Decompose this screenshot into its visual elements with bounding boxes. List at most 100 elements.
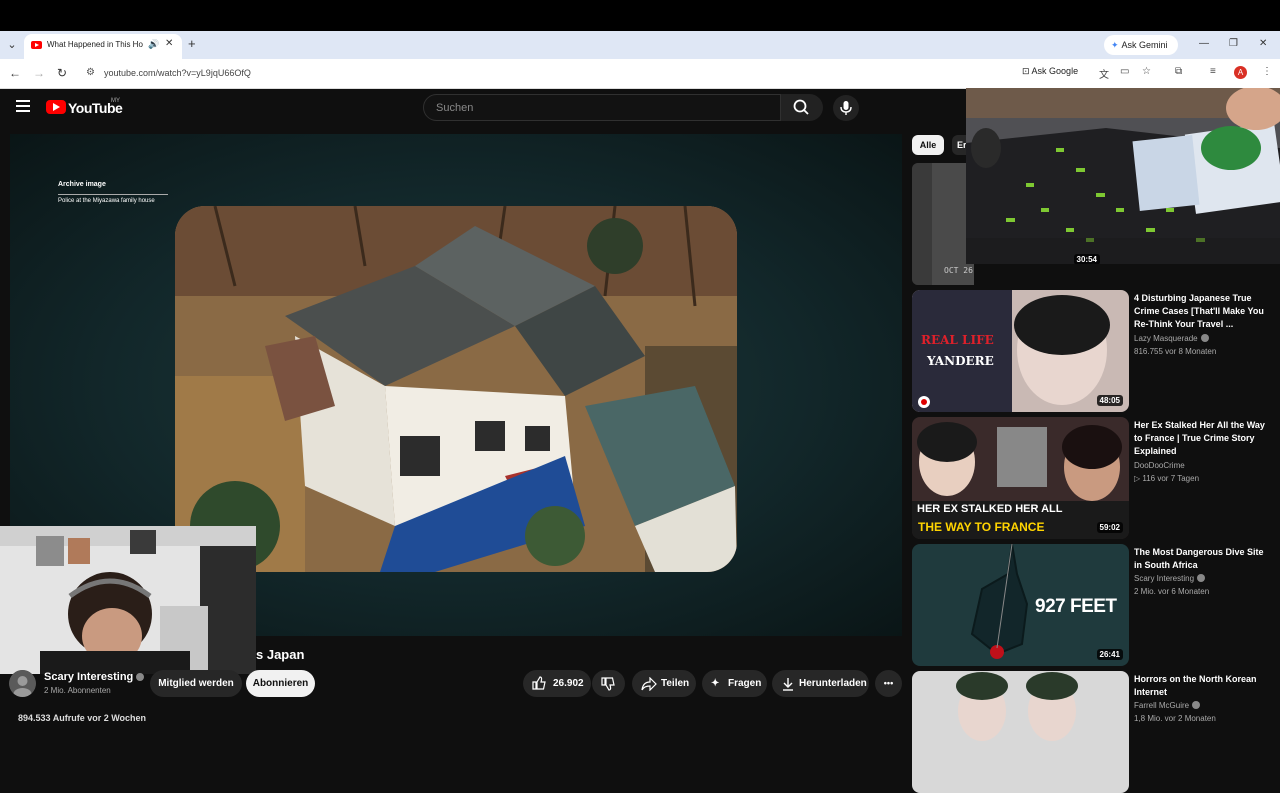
extensions-puzzle-icon[interactable]: ⧉ bbox=[1175, 66, 1182, 77]
recommended-video-1[interactable]: REAL LIFE YANDERE 48:05 4 Disturbing Jap… bbox=[912, 290, 1280, 412]
thumbs-up-icon bbox=[532, 676, 546, 690]
recommended-thumbnail-first[interactable]: OCT 26 1985 bbox=[912, 163, 974, 285]
streamer-webcam bbox=[0, 526, 256, 674]
minimize-icon[interactable]: — bbox=[1199, 38, 1209, 49]
recommended-channel-3: Scary Interesting bbox=[1134, 574, 1206, 583]
bookmark-star-icon[interactable]: ☆ bbox=[1142, 66, 1151, 77]
thumb-text-3: 927 FEET bbox=[1035, 596, 1117, 617]
recommended-title-4[interactable]: Horrors on the North Korean Internet bbox=[1134, 673, 1274, 699]
verified-icon bbox=[1197, 574, 1206, 582]
verified-icon bbox=[1192, 701, 1201, 709]
site-info-icon[interactable]: ⚙ bbox=[86, 67, 95, 78]
verified-icon bbox=[1200, 334, 1209, 342]
tab-list-chevron-icon[interactable]: ⌄ bbox=[4, 37, 20, 53]
recommended-thumbnail-1[interactable]: REAL LIFE YANDERE 48:05 bbox=[912, 290, 1129, 412]
share-label: Teilen bbox=[661, 678, 690, 689]
search-input[interactable] bbox=[424, 95, 754, 120]
recommended-meta-3: 2 Mio. vor 6 Monaten bbox=[1134, 587, 1210, 596]
thumb-text-2b: THE WAY TO FRANCE bbox=[918, 520, 1045, 534]
dislike-button[interactable] bbox=[592, 670, 625, 697]
view-count-line: 894.533 Aufrufe vor 2 Wochen bbox=[18, 713, 147, 723]
duration-1: 48:05 bbox=[1096, 395, 1123, 406]
ask-label: Fragen bbox=[728, 678, 762, 689]
verified-icon bbox=[136, 673, 145, 681]
hamburger-menu-icon[interactable] bbox=[16, 100, 30, 115]
search-icon bbox=[793, 99, 809, 115]
ask-gemini-label: Ask Gemini bbox=[1121, 40, 1168, 50]
recommended-thumbnail-4[interactable] bbox=[912, 671, 1129, 793]
overlay-desk-camera: 30:54 bbox=[966, 88, 1280, 264]
recommended-channel-1: Lazy Masquerade bbox=[1134, 334, 1209, 343]
recommended-title-1[interactable]: 4 Disturbing Japanese True Crime Cases [… bbox=[1134, 292, 1274, 331]
recommended-thumbnail-2[interactable]: HER EX STALKED HER ALL THE WAY TO FRANCE… bbox=[912, 417, 1129, 539]
more-actions-button[interactable]: ••• bbox=[875, 670, 902, 697]
recommended-title-2[interactable]: Her Ex Stalked Her All the Way to France… bbox=[1134, 419, 1274, 458]
video-title: s Japan bbox=[256, 647, 305, 662]
ask-gemini-button[interactable]: ✦ Ask Gemini bbox=[1104, 35, 1178, 55]
browser-menu-icon[interactable]: ⋮ bbox=[1262, 66, 1272, 77]
cast-icon[interactable]: ▭ bbox=[1120, 66, 1129, 77]
chip-all[interactable]: Alle bbox=[912, 135, 944, 155]
search-button[interactable] bbox=[781, 94, 823, 121]
browser-tab-active[interactable]: What Happened in This Ho 🔊 ✕ bbox=[24, 34, 182, 59]
close-window-icon[interactable]: ✕ bbox=[1259, 38, 1267, 49]
channel-text-1: Lazy Masquerade bbox=[1134, 334, 1198, 343]
thumb-text-1a: REAL LIFE bbox=[921, 333, 994, 347]
recommended-meta-1: 816.755 vor 8 Monaten bbox=[1134, 347, 1217, 356]
reading-list-icon[interactable]: ≡ bbox=[1210, 66, 1216, 77]
youtube-logo-icon[interactable] bbox=[46, 100, 66, 114]
ask-google-label: Ask Google bbox=[1031, 66, 1079, 76]
country-code: MY bbox=[111, 98, 120, 104]
speaker-icon[interactable]: 🔊 bbox=[148, 39, 159, 50]
share-button[interactable]: Teilen bbox=[632, 670, 696, 697]
url-field[interactable]: ⚙ youtube.com/watch?v=yL9jqU66OfQ bbox=[80, 62, 1160, 85]
thumb-text-2a: HER EX STALKED HER ALL bbox=[917, 503, 1063, 515]
archive-divider bbox=[58, 194, 168, 195]
tab-title: What Happened in This Ho bbox=[47, 40, 143, 49]
recommended-channel-4: Farrell McGuire bbox=[1134, 701, 1201, 710]
download-icon bbox=[783, 678, 793, 691]
thumb-text-1b: YANDERE bbox=[927, 354, 994, 368]
restore-icon[interactable]: ❐ bbox=[1229, 38, 1238, 49]
archive-label: Archive image bbox=[58, 181, 106, 188]
channel-text-4: Farrell McGuire bbox=[1134, 701, 1190, 710]
tab-close-icon[interactable]: ✕ bbox=[165, 38, 173, 49]
like-button[interactable]: 26.902 bbox=[523, 670, 591, 697]
channel-avatar[interactable] bbox=[9, 670, 36, 697]
recommended-video-3[interactable]: 927 FEET 26:41 The Most Dangerous Dive S… bbox=[912, 544, 1280, 666]
screen-top-bar bbox=[0, 0, 1280, 31]
back-arrow-icon[interactable]: ← bbox=[9, 66, 21, 80]
channel-name-text: Scary Interesting bbox=[44, 671, 134, 683]
subscribe-button[interactable]: Abonnieren bbox=[246, 670, 315, 697]
translate-icon[interactable]: 文 bbox=[1099, 66, 1109, 81]
reload-icon[interactable]: ↻ bbox=[57, 66, 67, 80]
ask-google-button[interactable]: ⊡ Ask Google bbox=[1022, 66, 1078, 77]
join-button[interactable]: Mitglied werden bbox=[150, 670, 242, 697]
forward-arrow-icon[interactable]: → bbox=[33, 66, 45, 80]
thumbs-down-icon bbox=[601, 677, 615, 691]
duration-3: 26:41 bbox=[1096, 649, 1123, 660]
sparkle-icon: ✦ bbox=[711, 678, 720, 689]
recommended-title-3[interactable]: The Most Dangerous Dive Site in South Af… bbox=[1134, 546, 1274, 572]
profile-avatar[interactable]: A bbox=[1234, 66, 1247, 79]
recommended-meta-4: 1,8 Mio. vor 2 Monaten bbox=[1134, 714, 1216, 723]
ask-button[interactable]: ✦ Fragen bbox=[702, 670, 767, 697]
browser-address-bar: ← → ↻ ⚙ youtube.com/watch?v=yL9jqU66OfQ … bbox=[0, 59, 1280, 89]
youtube-favicon-icon bbox=[31, 41, 42, 49]
url-text: youtube.com/watch?v=yL9jqU66OfQ bbox=[104, 68, 251, 78]
voice-search-button[interactable] bbox=[833, 95, 859, 121]
archive-caption: Police at the Miyazawa family house bbox=[58, 198, 155, 204]
channel-text-3: Scary Interesting bbox=[1134, 574, 1195, 583]
download-button[interactable]: Herunterladen bbox=[772, 670, 869, 697]
gemini-spark-icon: ✦ bbox=[1111, 40, 1119, 50]
recommended-thumbnail-3[interactable]: 927 FEET 26:41 bbox=[912, 544, 1129, 666]
share-arrow-icon bbox=[641, 677, 657, 691]
search-box bbox=[423, 94, 781, 121]
duration-2: 59:02 bbox=[1096, 522, 1123, 533]
meta-text-2: 116 vor 7 Tagen bbox=[1142, 474, 1200, 483]
channel-name[interactable]: Scary Interesting bbox=[44, 671, 145, 683]
new-tab-button[interactable]: + bbox=[188, 36, 196, 51]
recommended-video-2[interactable]: HER EX STALKED HER ALL THE WAY TO FRANCE… bbox=[912, 417, 1280, 539]
recommended-video-4[interactable]: Horrors on the North Korean Internet Far… bbox=[912, 671, 1280, 793]
like-count: 26.902 bbox=[553, 678, 584, 689]
